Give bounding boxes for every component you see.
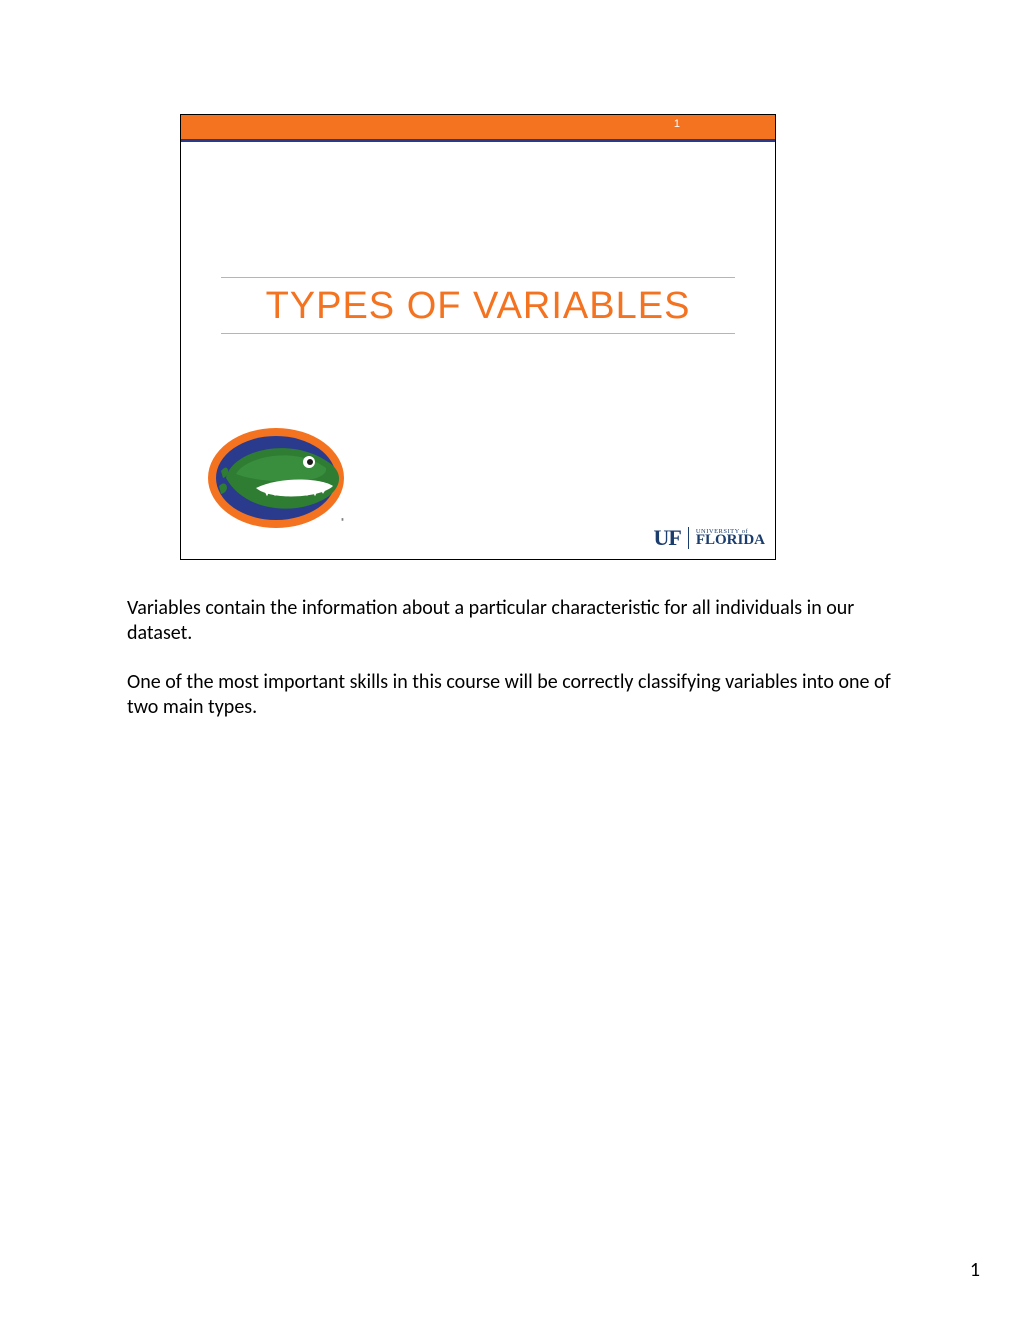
page: 1 TYPES OF VARIABLES ® UF UN bbox=[0, 0, 1020, 1320]
uf-logo-uf: UF bbox=[654, 525, 681, 550]
page-number: 1 bbox=[970, 1258, 980, 1282]
uf-logo-florida: FLORIDA bbox=[696, 534, 765, 547]
slide-thumbnail: 1 TYPES OF VARIABLES ® UF UN bbox=[180, 114, 776, 560]
title-rule-top bbox=[221, 277, 735, 278]
slide-title: TYPES OF VARIABLES bbox=[181, 285, 775, 328]
uf-logo: UF UNIVERSITY of FLORIDA bbox=[654, 525, 766, 551]
gator-logo-icon: ® bbox=[201, 416, 361, 541]
uf-logo-stack: UNIVERSITY of FLORIDA bbox=[696, 529, 765, 547]
svg-text:®: ® bbox=[341, 517, 345, 527]
title-rule-bottom bbox=[221, 333, 735, 334]
slide-header-bar bbox=[181, 115, 775, 139]
notes-paragraph-1: Variables contain the information about … bbox=[127, 596, 897, 646]
notes-paragraph-2: One of the most important skills in this… bbox=[127, 670, 897, 720]
slide-header-rule bbox=[181, 139, 775, 142]
speaker-notes: Variables contain the information about … bbox=[127, 596, 897, 744]
uf-logo-divider bbox=[688, 527, 689, 549]
slide-number: 1 bbox=[674, 118, 680, 130]
